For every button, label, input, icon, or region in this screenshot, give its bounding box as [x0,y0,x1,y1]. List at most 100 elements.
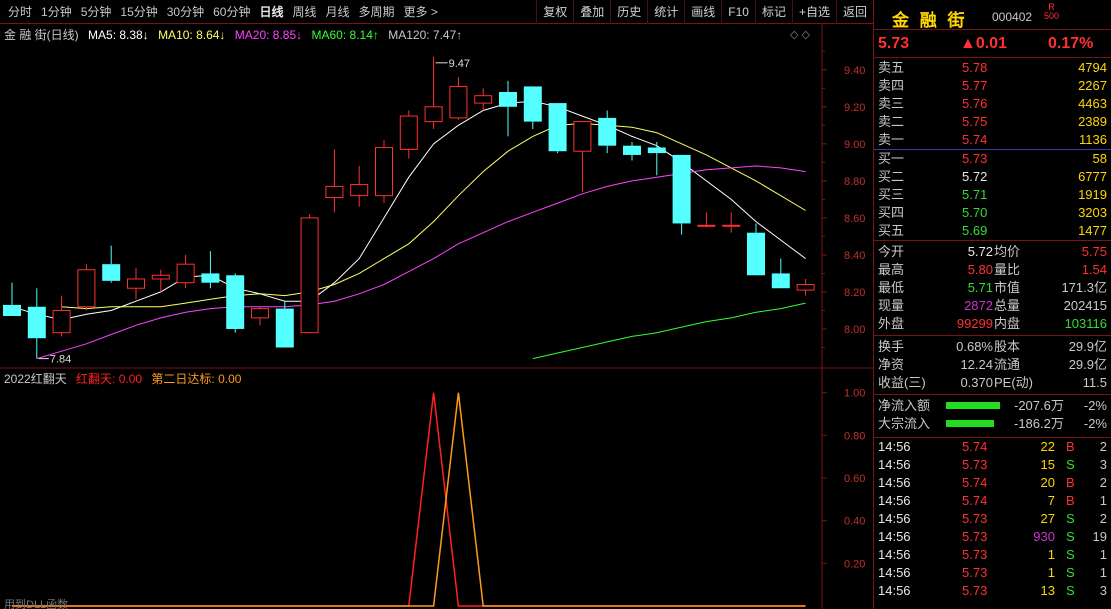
tick-volume: 15 [1040,457,1055,472]
action-button-6[interactable]: 标记 [754,0,792,24]
period-tab-4[interactable]: 30分钟 [163,4,209,20]
indicator-value-2: 第二日达标: 0.00 [151,372,242,386]
candle [598,110,617,154]
period-tab-6[interactable]: 日线 [255,4,288,20]
candle [350,166,369,207]
flow-bar [946,420,994,427]
fund-flow-block: 净流入额 -207.6万 -2% 大宗流入 -186.2万 -2% [874,395,1111,433]
y-tick-label: 8.40 [844,250,865,262]
candle [399,110,418,159]
tick-price: 5.74 [962,493,988,508]
candle [52,295,71,337]
candle [771,258,790,289]
bid-price: 5.69 [962,223,988,238]
period-tab-3[interactable]: 15分钟 [116,4,162,20]
tick-row: 14:56 5.74 22 B 2 [874,438,1111,456]
candle [102,245,121,283]
ma-line-MA60 [532,302,806,360]
stat-row: 最低 5.71 市值 171.3亿 [874,279,1111,297]
candle [3,282,21,317]
sub-y-tick-label: 0.40 [844,516,865,528]
tick-volume: 1 [1047,565,1055,580]
candle [325,149,344,213]
bid-label: 买三 [878,187,905,202]
period-tabs: 分时 1分钟 5分钟 15分钟 30分钟 60分钟 日线 周线 月线 多周期 更多 > [4,4,443,20]
period-tab-9[interactable]: 多周期 [355,4,400,20]
y-tick-label: 9.40 [844,65,865,77]
period-tab-7[interactable]: 周线 [288,4,321,20]
main-legend: 金 融 街(日线) MA5: 8.38↓ MA10: 8.64↓ MA20: 8… [4,26,468,43]
tick-volume: 22 [1040,439,1055,454]
stat-label: 均价 [994,244,1021,259]
candle [747,223,765,276]
action-button-3[interactable]: 统计 [647,0,684,24]
ma20-label: MA20: 8.85↓ [234,28,303,42]
tick-price: 5.73 [962,565,988,580]
period-tab-10[interactable]: 更多 > [400,4,443,20]
stat-value: 202415 [1063,298,1107,313]
sub-y-tick-label: 1.00 [844,388,865,400]
candle [424,56,443,130]
ma-line-MA10 [61,122,806,310]
stat-row: 今开 5.72 均价 5.75 [874,243,1111,261]
bid-volume: 58 [1092,151,1107,166]
price-change: ▲0.01 [960,35,1007,52]
action-button-1[interactable]: 叠加 [573,0,610,24]
flow-bar [946,402,1000,409]
action-buttons: 复权 叠加 历史 统计 画线 F10 标记 +自选 返回 [536,0,873,24]
action-button-7[interactable]: +自选 [791,0,836,24]
candle [226,273,245,333]
ask-volume: 4794 [1078,60,1107,75]
low-label: 7.84 [50,354,71,366]
action-button-8[interactable]: 返回 [835,0,873,24]
flow-row: 净流入额 -207.6万 -2% [874,397,1111,415]
tick-price: 5.73 [962,583,988,598]
tick-price: 5.74 [962,439,988,454]
ask-volume: 1136 [1079,132,1107,147]
signal-line-0 [12,392,806,607]
bid-row: 买四 5.70 3203 [874,204,1111,222]
flow-pct: -2% [1083,398,1107,413]
indicator-legend: 2022红翻天 红翻天: 0.00 第二日达标: 0.00 [4,370,247,387]
ask-label: 卖四 [878,78,905,93]
price-row: 5.73 ▲0.01 0.17% [874,30,1111,58]
candle [300,214,319,334]
action-button-5[interactable]: F10 [721,0,755,24]
kline-chart-area[interactable]: 9.40 9.20 9.00 8.80 8.60 8.40 8.20 8.00 9.47 7.84… [0,24,873,609]
bid-price: 5.70 [962,205,988,220]
chart-controls-icon[interactable]: ◇ ◇ [790,28,810,41]
period-tab-0[interactable]: 分时 [4,4,37,20]
period-tab-1[interactable]: 1分钟 [37,4,77,20]
tick-volume: 27 [1040,511,1055,526]
chart-canvas[interactable]: 9.40 9.20 9.00 8.80 8.60 8.40 8.20 8.00 9.47 7.84… [0,24,873,609]
fund-value: 11.5 [1082,375,1107,390]
tick-list[interactable]: 14:56 5.74 22 B 2 14:56 5.73 15 S 3 14:56 5.74 20 B 2 1… [874,438,1111,600]
action-button-4[interactable]: 画线 [684,0,721,24]
bid-row: 买三 5.71 1919 [874,186,1111,204]
stock-tag-500: 500 [1044,11,1060,21]
fundamentals-block: 换手 0.68% 股本 29.9亿 净资 12.24 流通 29.9亿 收益(三) 0.370 PE… [874,336,1111,392]
ask-price: 5.77 [962,78,988,93]
signal-line-1 [12,392,806,607]
tick-time: 14:56 [878,565,911,580]
action-button-0[interactable]: 复权 [536,0,573,24]
tick-price: 5.73 [962,511,988,526]
candle [176,254,195,289]
y-tick-label: 8.80 [844,176,865,188]
ask-row: 卖三 5.76 4463 [874,95,1111,113]
period-tab-2[interactable]: 5分钟 [77,4,117,20]
period-toolbar: 分时 1分钟 5分钟 15分钟 30分钟 60分钟 日线 周线 月线 多周期 更多 > 复权 叠加 历史… [0,0,873,24]
bid-row: 买二 5.72 6777 [874,168,1111,186]
action-button-2[interactable]: 历史 [610,0,647,24]
stock-period-label: 金 融 街(日线) [4,28,79,42]
flow-row: 大宗流入 -186.2万 -2% [874,415,1111,433]
candle [375,140,393,204]
tick-direction: S [1066,529,1075,544]
period-tab-8[interactable]: 月线 [322,4,355,20]
tick-count: 2 [1099,475,1107,490]
candle [251,306,269,326]
period-tab-5[interactable]: 60分钟 [209,4,255,20]
ask-price: 5.74 [962,132,988,147]
stat-row: 现量 2872 总量 202415 [874,297,1111,315]
sub-y-tick-label: 0.60 [844,473,865,485]
